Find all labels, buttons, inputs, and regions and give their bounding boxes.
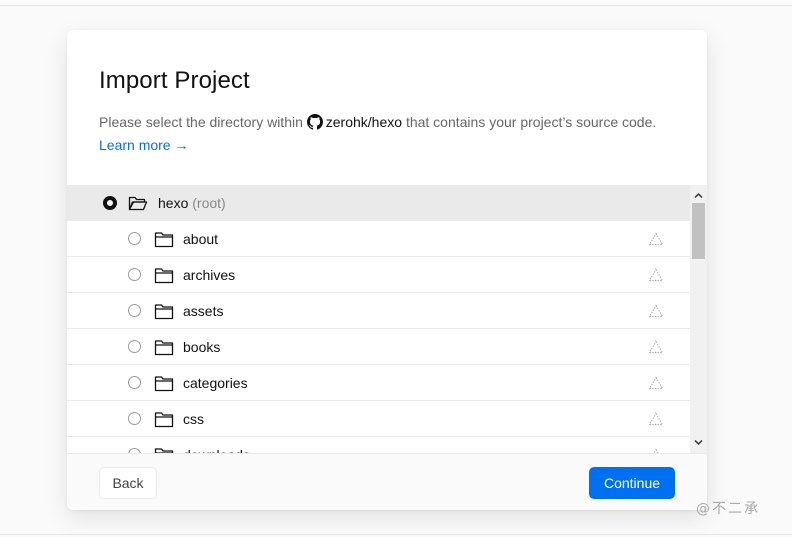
- folder-icon: [154, 411, 174, 427]
- tree-row[interactable]: books: [67, 329, 690, 365]
- directory-radio[interactable]: [128, 304, 141, 317]
- tree-row[interactable]: categories: [67, 365, 690, 401]
- tree-row-root[interactable]: hexo (root): [67, 185, 690, 221]
- directory-radio[interactable]: [128, 340, 141, 353]
- import-project-modal: Import Project Please select the directo…: [67, 30, 707, 510]
- back-button[interactable]: Back: [99, 467, 157, 499]
- root-suffix: (root): [192, 195, 226, 211]
- framework-triangle-icon: [648, 376, 664, 389]
- learn-more-link[interactable]: Learn more →: [99, 137, 188, 153]
- tree-row[interactable]: css: [67, 401, 690, 437]
- continue-button[interactable]: Continue: [589, 467, 675, 499]
- scroll-up-arrow-icon[interactable]: [694, 191, 703, 200]
- directory-label: css: [183, 410, 204, 427]
- modal-footer: Back Continue: [67, 453, 707, 510]
- page-title: Import Project: [99, 67, 250, 94]
- github-icon: [306, 114, 323, 130]
- tree-row[interactable]: downloads: [67, 437, 690, 453]
- folder-icon: [154, 303, 174, 319]
- repo-reference: zerohk/hexo: [306, 114, 403, 130]
- folder-icon: [154, 375, 174, 391]
- directory-label: categories: [183, 374, 248, 391]
- framework-triangle-icon: [648, 232, 664, 245]
- scroll-down-arrow-icon[interactable]: [694, 438, 703, 447]
- framework-triangle-icon: [648, 304, 664, 317]
- framework-triangle-icon: [648, 340, 664, 353]
- directory-tree: hexo (root) about archives assets books: [67, 185, 707, 453]
- directory-label: archives: [183, 266, 236, 283]
- directory-radio[interactable]: [128, 412, 141, 425]
- scrollbar-thumb[interactable]: [692, 203, 705, 259]
- directory-radio[interactable]: [128, 376, 141, 389]
- root-radio[interactable]: [103, 196, 117, 210]
- framework-triangle-icon: [648, 412, 664, 425]
- tree-row[interactable]: archives: [67, 257, 690, 293]
- description-text-before: Please select the directory within: [99, 114, 303, 130]
- modal-description: Please select the directory within zeroh…: [99, 111, 689, 157]
- root-name: hexo: [158, 195, 189, 211]
- top-divider: [0, 5, 792, 6]
- folder-icon: [154, 231, 174, 247]
- directory-label: assets: [183, 302, 224, 319]
- folder-icon: [154, 339, 174, 355]
- directory-radio[interactable]: [128, 268, 141, 281]
- modal-header: Import Project Please select the directo…: [67, 30, 707, 185]
- folder-icon: [154, 267, 174, 283]
- folder-icon: [154, 447, 174, 453]
- description-text-after: that contains your project’s source code…: [405, 114, 657, 130]
- directory-radio[interactable]: [128, 232, 141, 245]
- watermark: @不二承: [696, 501, 760, 517]
- folder-open-icon: [128, 196, 148, 211]
- tree-row[interactable]: about: [67, 221, 690, 257]
- directory-label: books: [183, 338, 221, 355]
- tree-row[interactable]: assets: [67, 293, 690, 329]
- repo-name: zerohk/hexo: [325, 114, 403, 130]
- root-label: hexo (root): [158, 195, 226, 211]
- directory-label: about: [183, 230, 219, 247]
- tree-scrollbar[interactable]: [690, 185, 707, 453]
- framework-triangle-icon: [648, 268, 664, 281]
- bottom-divider: [0, 534, 792, 535]
